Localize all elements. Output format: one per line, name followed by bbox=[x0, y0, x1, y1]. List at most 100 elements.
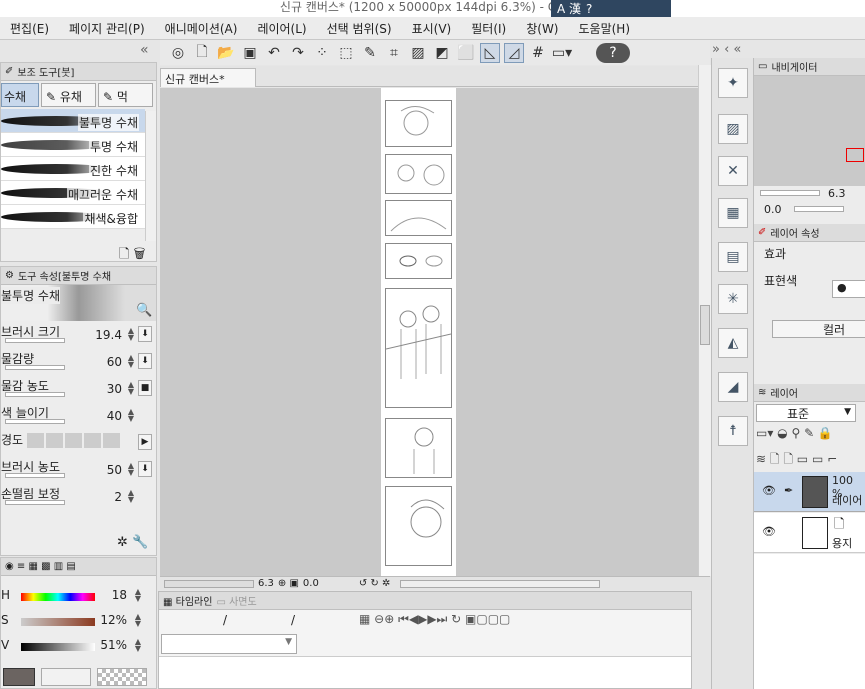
clip-studio-icon[interactable]: ◎ bbox=[168, 43, 188, 63]
fill-icon[interactable]: ◩ bbox=[432, 43, 452, 63]
color-wheel-icon[interactable]: ◉ ≡ ▦ ▩ ▥ ▤ bbox=[5, 561, 76, 572]
zoom-slider[interactable] bbox=[164, 579, 254, 588]
redo-icon[interactable]: ↷ bbox=[288, 43, 308, 63]
dots-icon[interactable]: ⁘ bbox=[312, 43, 332, 63]
color-mode-button[interactable]: 컬러 bbox=[772, 320, 865, 338]
open-folder-icon[interactable]: 📂 bbox=[216, 43, 236, 63]
canvas-page[interactable] bbox=[381, 88, 456, 576]
prop-hardness[interactable]: 경도 ▶ bbox=[1, 429, 156, 456]
main-color-swatch[interactable] bbox=[3, 668, 35, 686]
tool-property-tab[interactable]: ⚙ 도구 속성[불투명 수채 bbox=[1, 267, 156, 285]
blend-mode-select[interactable]: 표준 ▼ bbox=[756, 404, 856, 422]
prop-brush-density[interactable]: 브러시 농도 50 ▲ ▼ ⬇ bbox=[1, 456, 156, 483]
menu-view[interactable]: 표시(V) bbox=[402, 20, 462, 37]
transform-icon[interactable]: ⬚ bbox=[336, 43, 356, 63]
layer-row[interactable]: 👁 ✒ 100 % 레이어 bbox=[754, 472, 865, 512]
brush-item[interactable]: 매끄러운 수채 bbox=[1, 181, 145, 205]
value-slider[interactable]: V 51% ▲ ▼ bbox=[1, 638, 159, 663]
menu-animation[interactable]: 애니메이션(A) bbox=[155, 20, 248, 37]
settings-icon[interactable]: ✲ 🔧 bbox=[117, 535, 148, 550]
new-file-icon[interactable]: 🗋 bbox=[192, 43, 212, 63]
timeline-tab[interactable]: ▦ 타임라인 bbox=[163, 593, 212, 608]
menu-selection[interactable]: 선택 범위(S) bbox=[317, 20, 402, 37]
canvas-area[interactable] bbox=[160, 88, 698, 576]
zoom-in-icon[interactable]: ⊕ ▣ bbox=[278, 578, 299, 589]
color-tabs[interactable]: ◉ ≡ ▦ ▩ ▥ ▤ bbox=[1, 558, 156, 576]
brush-item[interactable]: 투명 수채 bbox=[1, 133, 145, 157]
material-tone-icon[interactable]: ▦ bbox=[718, 198, 748, 228]
scroll-thumb[interactable] bbox=[700, 305, 710, 345]
effect-toggle[interactable]: ● bbox=[832, 280, 865, 298]
layer-actions-icon[interactable]: ≋ 🗋 🗋 ▭ ▭ ⌐ bbox=[756, 450, 865, 470]
expand-icon[interactable]: » ‹ « bbox=[712, 42, 741, 57]
navigator-tab[interactable]: ▭ 내비게이터 bbox=[754, 58, 865, 76]
quad-view-tab[interactable]: ▭ 사면도 bbox=[216, 593, 256, 608]
canvas-vscroll[interactable] bbox=[698, 65, 711, 576]
timeline-track[interactable] bbox=[159, 656, 691, 688]
brush-item[interactable]: 진한 수채 bbox=[1, 157, 145, 181]
screen-icon[interactable]: ▭▾ bbox=[552, 43, 572, 63]
ime-toolbar[interactable]: A 漢? bbox=[551, 0, 671, 17]
navigator-zoom-slider[interactable] bbox=[760, 190, 820, 196]
canvas-tab[interactable]: 신규 캔버스* ● bbox=[160, 68, 256, 100]
zoom-value[interactable]: 6.3 bbox=[258, 578, 274, 589]
zoom-preview-icon[interactable]: 🔍 bbox=[136, 303, 152, 318]
navigator-view-box[interactable] bbox=[846, 148, 864, 162]
material-pattern-icon[interactable]: ✕ bbox=[718, 156, 748, 186]
color-set-icon[interactable]: ✦ bbox=[718, 68, 748, 98]
navigator-preview[interactable] bbox=[754, 76, 865, 186]
material-effect-icon[interactable]: ✳ bbox=[718, 284, 748, 314]
rotate-icon[interactable]: ↺ ↻ ✲ bbox=[359, 578, 391, 589]
snap-special-icon[interactable]: ◿ bbox=[504, 42, 524, 63]
saturation-slider[interactable]: S 12% ▲ ▼ bbox=[1, 613, 159, 638]
save-icon[interactable]: ▣ bbox=[240, 43, 260, 63]
help-button-icon[interactable]: ? bbox=[596, 42, 630, 63]
sub-color-swatch[interactable] bbox=[41, 668, 91, 686]
category-watercolor[interactable]: 수채 bbox=[1, 83, 39, 107]
snap-grid-icon[interactable]: # bbox=[528, 43, 548, 63]
subtool-tab[interactable]: ✐ 보조 도구[붓] bbox=[1, 63, 156, 81]
playback-controls-icon[interactable]: ▦ ⊖⊕ ⏮◀▶▶⏭ ↻ ▣▢▢▢ bbox=[359, 612, 510, 627]
brush-item[interactable]: 채색&융합 bbox=[1, 205, 145, 229]
help-icon[interactable]: ? bbox=[586, 2, 592, 16]
layer-row[interactable]: 👁 🗋 용지 bbox=[754, 513, 865, 553]
material-frame-icon[interactable]: ▤ bbox=[718, 242, 748, 272]
prop-stabilization[interactable]: 손떨림 보정 2 ▲ ▼ bbox=[1, 483, 156, 510]
transparent-color-swatch[interactable] bbox=[97, 668, 147, 686]
canvas-hscroll[interactable] bbox=[400, 579, 601, 588]
layer-tools-icon[interactable]: ▭▾ ◒ ⚲ ✎ 🔒 bbox=[756, 426, 865, 446]
prop-paint-density[interactable]: 물감 농도 30 ▲ ▼ ■ bbox=[1, 375, 156, 402]
angle-value[interactable]: 0.0 bbox=[303, 578, 319, 589]
eye-icon[interactable]: 👁 bbox=[762, 525, 776, 538]
prop-paint-amount[interactable]: 물감량 60 ▲ ▼ ⬇ bbox=[1, 348, 156, 375]
menu-page[interactable]: 페이지 관리(P) bbox=[59, 20, 155, 37]
category-oil[interactable]: ✎ 유채 bbox=[41, 83, 96, 107]
layer-tab[interactable]: ≋ 레이어 bbox=[754, 384, 865, 402]
menu-edit[interactable]: 편집(E) bbox=[0, 20, 59, 37]
category-ink[interactable]: ✎ 먹 bbox=[98, 83, 153, 107]
menu-window[interactable]: 창(W) bbox=[516, 20, 568, 37]
prop-brush-size[interactable]: 브러시 크기 19.4 ▲ ▼ ⬇ bbox=[1, 321, 156, 348]
collapse-left-icon[interactable]: « bbox=[140, 42, 149, 58]
new-subtool-icon[interactable]: 🗋 🗑 bbox=[119, 245, 145, 267]
brush-list-scrollbar[interactable] bbox=[145, 111, 156, 241]
brush-item[interactable]: 불투명 수채 bbox=[1, 109, 145, 133]
material-pose-icon[interactable]: ◢ bbox=[718, 372, 748, 402]
undo-icon[interactable]: ↶ bbox=[264, 43, 284, 63]
menu-help[interactable]: 도움말(H) bbox=[569, 20, 641, 37]
prop-color-stretch[interactable]: 색 늘이기 40 ▲ ▼ bbox=[1, 402, 156, 429]
menu-layer[interactable]: 레이어(L) bbox=[247, 20, 316, 37]
clear-icon[interactable]: ▨ bbox=[408, 43, 428, 63]
timeline-select[interactable]: ▼ bbox=[161, 634, 297, 654]
select-all-icon[interactable]: ⬜ bbox=[456, 43, 476, 63]
material-3d-icon[interactable]: ☨ bbox=[718, 416, 748, 446]
layer-property-tab[interactable]: ✐ 레이어 속성 bbox=[754, 224, 865, 242]
navigator-angle-slider[interactable] bbox=[794, 206, 844, 212]
crop-icon[interactable]: ⌗ bbox=[384, 43, 404, 63]
snap-ruler-icon[interactable]: ◺ bbox=[480, 42, 500, 63]
menu-filter[interactable]: 필터(I) bbox=[461, 20, 516, 37]
eye-icon[interactable]: 👁 bbox=[762, 484, 776, 497]
hue-slider[interactable]: H 18 ▲ ▼ bbox=[1, 588, 159, 613]
material-icon[interactable]: ▨ bbox=[718, 114, 748, 144]
material-image-icon[interactable]: ◭ bbox=[718, 328, 748, 358]
